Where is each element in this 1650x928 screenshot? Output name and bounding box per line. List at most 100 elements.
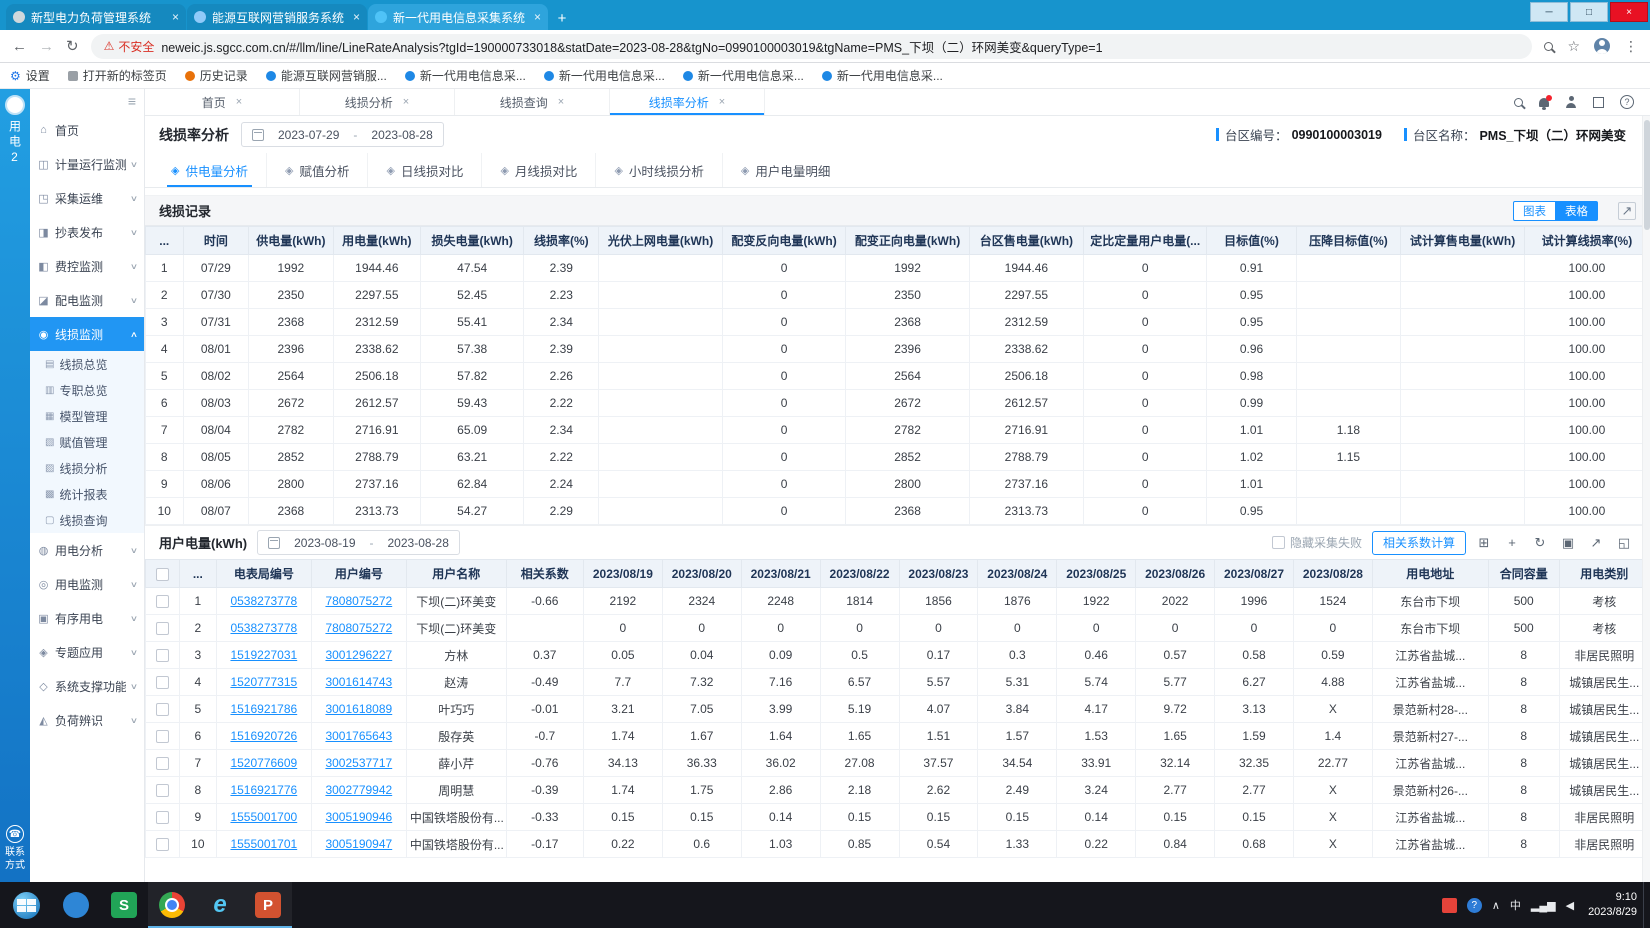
user-date-range[interactable]: 2023-08-19 - 2023-08-28 xyxy=(257,530,460,555)
loss-table-row[interactable]: 708/0427822716.9165.092.34027822716.9101… xyxy=(146,417,1650,444)
ime-indicator[interactable]: 中 xyxy=(1510,897,1521,913)
row-checkbox[interactable] xyxy=(156,622,169,635)
meter-no-link[interactable]: 1520777315 xyxy=(230,675,297,689)
help-icon[interactable]: ? xyxy=(1467,898,1482,913)
sidebar-subitem[interactable]: ▨线损分析 xyxy=(30,455,144,481)
user-table-row[interactable]: 415207773153001614743赵涛-0.497.77.327.166… xyxy=(146,669,1650,696)
row-checkbox[interactable] xyxy=(156,757,169,770)
hide-failed-toggle[interactable]: 隐藏采集失败 xyxy=(1272,534,1362,551)
loss-table-row[interactable]: 908/0628002737.1662.842.24028002737.1601… xyxy=(146,471,1650,498)
analysis-tab[interactable]: ◈月线损对比 xyxy=(482,153,596,187)
add-icon[interactable]: + xyxy=(1504,535,1520,550)
analysis-tab[interactable]: ◈供电量分析 xyxy=(153,153,267,187)
user-no-link[interactable]: 3001614743 xyxy=(325,675,392,689)
taskbar-app-blue-browser[interactable] xyxy=(52,882,100,928)
browser-menu-icon[interactable]: ⋮ xyxy=(1624,38,1638,55)
user-no-link[interactable]: 3002537717 xyxy=(325,756,392,770)
row-checkbox[interactable] xyxy=(156,703,169,716)
security-warning[interactable]: ⚠ 不安全 xyxy=(104,38,155,55)
contact-block[interactable]: ☎ 联系方式 xyxy=(3,825,27,872)
meter-no-link[interactable]: 1516921786 xyxy=(230,702,297,716)
close-button[interactable]: × xyxy=(1610,2,1648,22)
tab-close-icon[interactable]: × xyxy=(236,96,242,108)
user-table-row[interactable]: 815169217763002779942周明慧-0.391.741.752.8… xyxy=(146,777,1650,804)
sidebar-item[interactable]: ⌂首页 xyxy=(30,113,144,147)
loss-table-row[interactable]: 408/0123962338.6257.382.39023962338.6200… xyxy=(146,336,1650,363)
taskbar-app-ie[interactable]: e xyxy=(196,882,244,928)
report-date-range[interactable]: 2023-07-29 - 2023-08-28 xyxy=(241,122,444,147)
user-table-row[interactable]: 315192270313001296227方林0.370.050.040.090… xyxy=(146,642,1650,669)
workspace-tab[interactable]: 线损查询× xyxy=(455,89,610,115)
sidebar-item[interactable]: ▣有序用电∨ xyxy=(30,601,144,635)
fullscreen-icon[interactable]: ◱ xyxy=(1616,535,1632,551)
sidebar-item[interactable]: ◉线损监测∧ xyxy=(30,317,144,351)
sidebar-subitem[interactable]: ▩统计报表 xyxy=(30,481,144,507)
bookmark-item[interactable]: 打开新的标签页 xyxy=(68,67,167,84)
loss-table-row[interactable]: 1008/0723682313.7354.272.29023682313.730… xyxy=(146,498,1650,525)
meter-no-link[interactable]: 0538273778 xyxy=(230,621,297,635)
meter-no-link[interactable]: 1520776609 xyxy=(230,756,297,770)
user-no-link[interactable]: 7808075272 xyxy=(325,594,392,608)
analysis-tab[interactable]: ◈小时线损分析 xyxy=(596,153,722,187)
table-view-button[interactable]: 表格 xyxy=(1556,201,1598,221)
sidebar-item[interactable]: ◍用电分析∨ xyxy=(30,533,144,567)
row-checkbox[interactable] xyxy=(156,784,169,797)
sidebar-item[interactable]: ◳采集运维∨ xyxy=(30,181,144,215)
meter-no-link[interactable]: 1516921776 xyxy=(230,783,297,797)
analysis-tab[interactable]: ◈赋值分析 xyxy=(267,153,368,187)
bookmark-item[interactable]: ⚙设置 xyxy=(10,67,50,84)
tab-close-icon[interactable]: × xyxy=(172,10,179,24)
search-icon[interactable] xyxy=(1514,98,1523,107)
save-icon[interactable]: ▣ xyxy=(1560,535,1576,551)
red-app-icon[interactable] xyxy=(1442,898,1457,913)
sidebar-item[interactable]: ◎用电监测∨ xyxy=(30,567,144,601)
select-all-checkbox[interactable] xyxy=(156,568,169,581)
notifications-bell-icon[interactable] xyxy=(1539,98,1549,107)
meter-no-link[interactable]: 1519227031 xyxy=(230,648,297,662)
user-no-link[interactable]: 3005190947 xyxy=(325,837,392,851)
sidebar-subitem[interactable]: ▤线损总览 xyxy=(30,351,144,377)
bookmark-item[interactable]: 新一代用电信息采... xyxy=(544,67,665,84)
start-button[interactable] xyxy=(0,882,52,928)
hidden-icons-chevron[interactable]: ∧ xyxy=(1492,899,1500,912)
browser-tab[interactable]: 能源互联网营销服务系统× xyxy=(187,4,367,30)
tab-close-icon[interactable]: × xyxy=(403,96,409,108)
user-table-row[interactable]: 1015550017013005190947中国铁塔股份有...-0.170.2… xyxy=(146,831,1650,858)
user-table-row[interactable]: 205382737787808075272下坝(二)环美变0000000000东… xyxy=(146,615,1650,642)
fullscreen-icon[interactable] xyxy=(1593,97,1604,108)
scrollbar-thumb[interactable] xyxy=(1644,120,1650,230)
taskbar-app-wps[interactable]: S xyxy=(100,882,148,928)
meter-no-link[interactable]: 1516920726 xyxy=(230,729,297,743)
new-tab-button[interactable]: + xyxy=(549,6,575,30)
row-checkbox[interactable] xyxy=(156,730,169,743)
maximize-button[interactable]: □ xyxy=(1570,2,1608,22)
show-desktop-button[interactable] xyxy=(1643,882,1650,928)
export-icon[interactable]: ↗ xyxy=(1618,202,1636,220)
row-checkbox[interactable] xyxy=(156,811,169,824)
meter-no-link[interactable]: 1555001701 xyxy=(230,837,297,851)
user-no-link[interactable]: 3001765643 xyxy=(325,729,392,743)
row-checkbox[interactable] xyxy=(156,649,169,662)
workspace-tab[interactable]: 首页× xyxy=(145,89,300,115)
back-icon[interactable]: ← xyxy=(12,38,27,55)
loss-table-row[interactable]: 107/2919921944.4647.542.39019921944.4600… xyxy=(146,255,1650,282)
loss-table-row[interactable]: 508/0225642506.1857.822.26025642506.1800… xyxy=(146,363,1650,390)
chart-view-button[interactable]: 图表 xyxy=(1513,201,1556,221)
analysis-tab[interactable]: ◈用户电量明细 xyxy=(723,153,848,187)
tab-close-icon[interactable]: × xyxy=(534,10,541,24)
user-table-row[interactable]: 615169207263001765643殷存英-0.71.741.671.64… xyxy=(146,723,1650,750)
volume-icon[interactable]: ◀ xyxy=(1566,899,1574,912)
user-table-row[interactable]: 105382737787808075272下坝(二)环美变-0.66219223… xyxy=(146,588,1650,615)
refresh-icon[interactable]: ↻ xyxy=(1532,535,1548,551)
bookmark-item[interactable]: 历史记录 xyxy=(185,67,248,84)
user-no-link[interactable]: 3002779942 xyxy=(325,783,392,797)
loss-table-row[interactable]: 307/3123682312.5955.412.34023682312.5900… xyxy=(146,309,1650,336)
loss-table-row[interactable]: 207/3023502297.5552.452.23023502297.5500… xyxy=(146,282,1650,309)
tab-close-icon[interactable]: × xyxy=(719,96,725,108)
sidebar-subitem[interactable]: ▥专职总览 xyxy=(30,377,144,403)
export-icon[interactable]: ↗ xyxy=(1588,535,1604,551)
meter-no-link[interactable]: 0538273778 xyxy=(230,594,297,608)
sidebar-item[interactable]: ◈专题应用∨ xyxy=(30,635,144,669)
bookmark-item[interactable]: 新一代用电信息采... xyxy=(683,67,804,84)
analysis-tab[interactable]: ◈日线损对比 xyxy=(368,153,482,187)
